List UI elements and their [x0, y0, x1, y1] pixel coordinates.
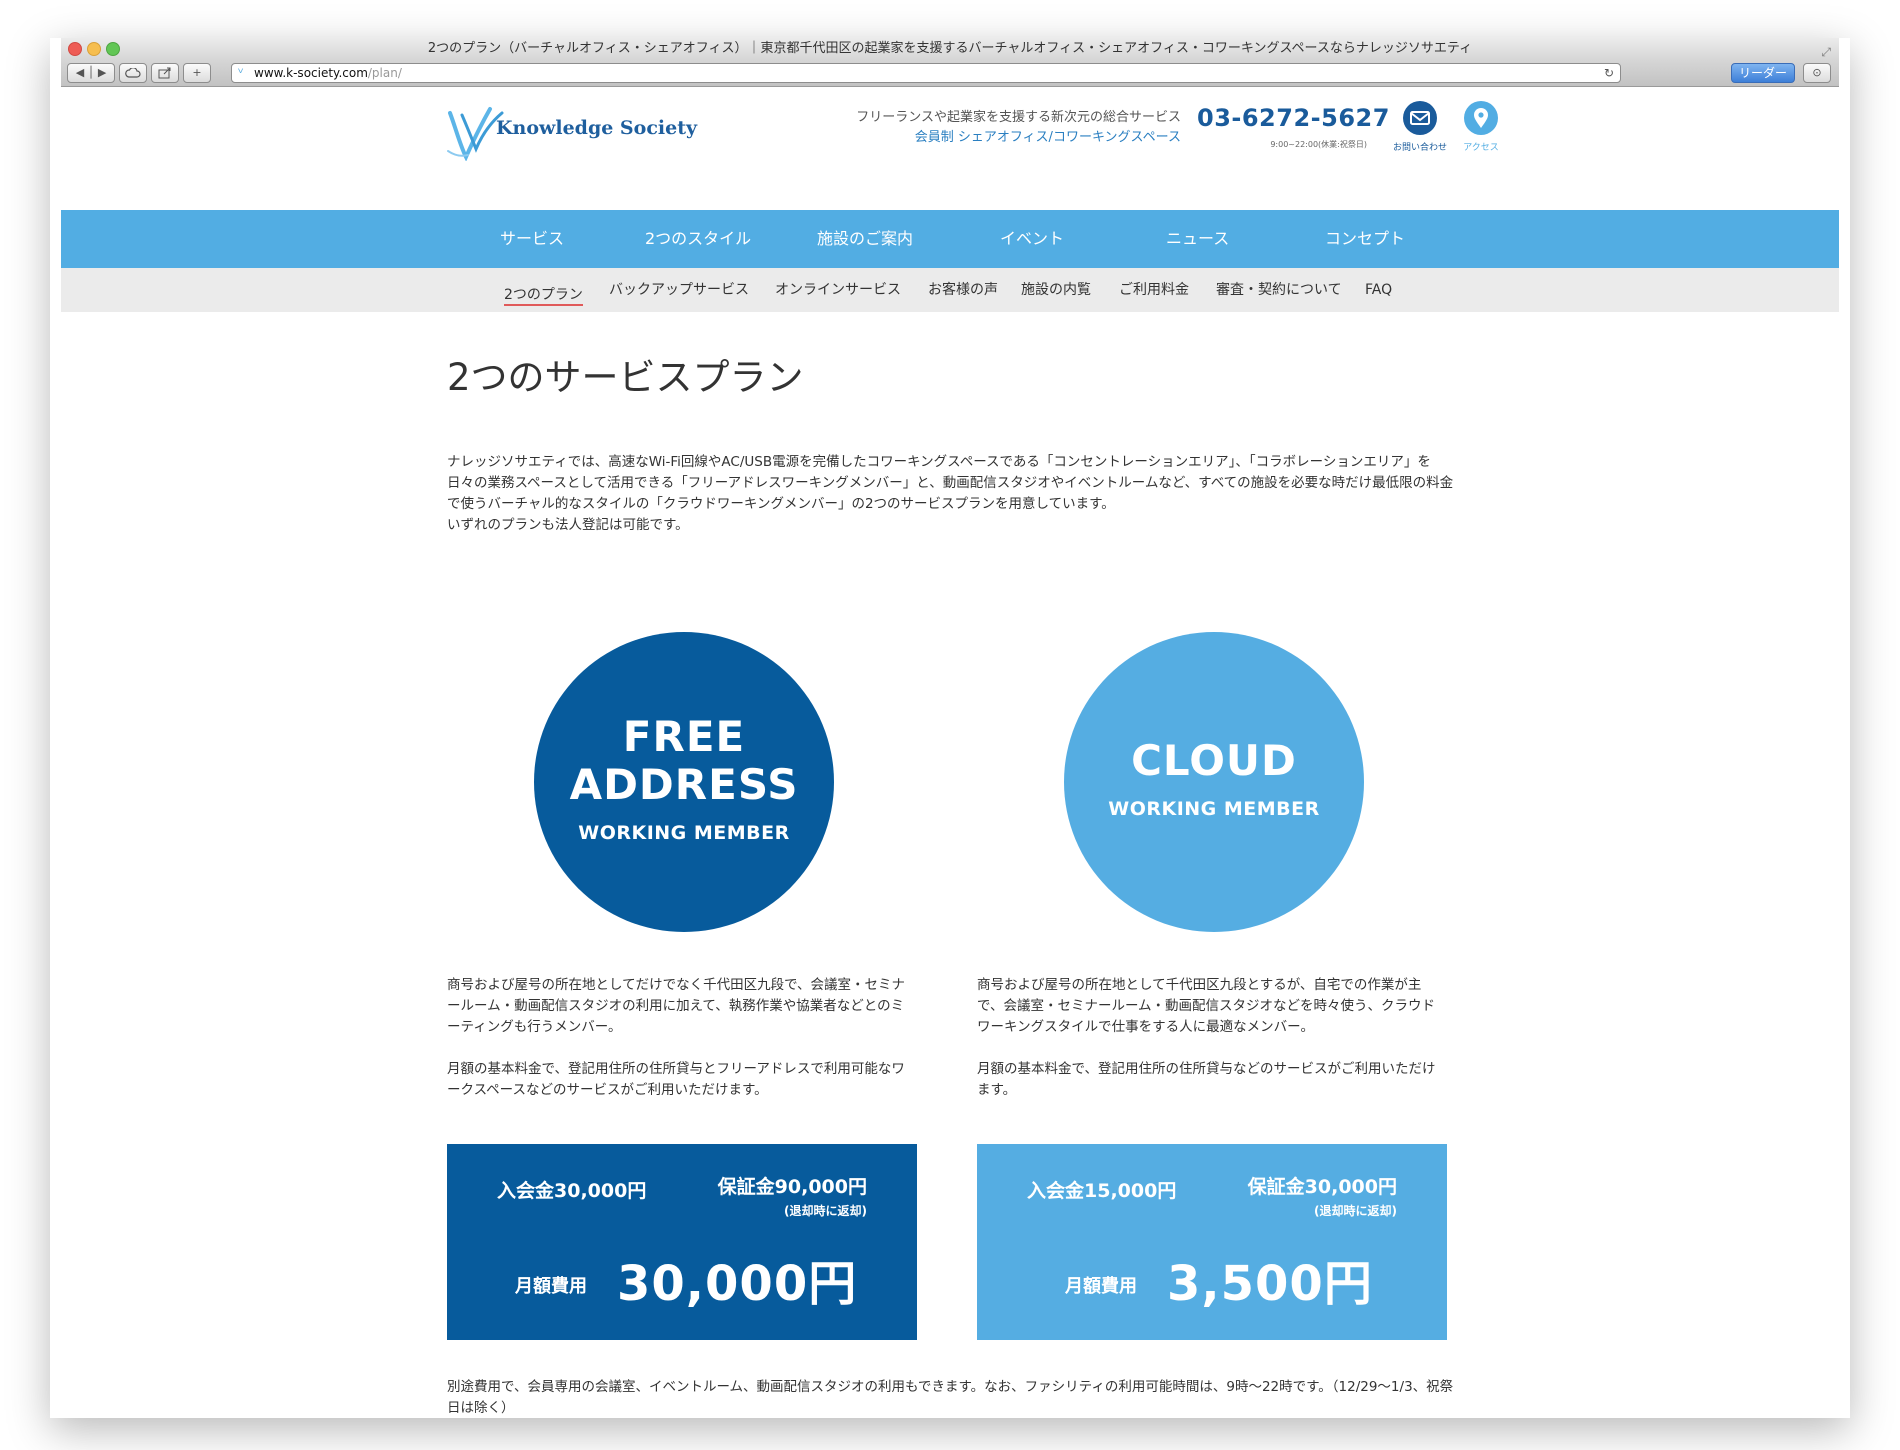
nav-item-concept[interactable]: コンセプト — [1325, 210, 1405, 268]
free-address-price-box: 入会金30,000円 保証金90,000円 (退却時に返却) 月額費用 30,0… — [447, 1144, 917, 1340]
minimize-window-button[interactable] — [87, 42, 101, 56]
intro-paragraph: ナレッジソサエティでは、高速なWi-Fi回線やAC/USB電源を完備したコワーキ… — [447, 454, 1454, 512]
web-page: Knowledge Society フリーランスや起業家を支援する新次元の総合サ… — [61, 87, 1839, 1414]
download-icon: ⊙ — [1812, 66, 1822, 79]
site-favicon-icon: ⱽ — [238, 66, 244, 80]
monthly-fee-amount: 30,000円 — [617, 1256, 858, 1312]
cloud-price-box: 入会金15,000円 保証金30,000円 (退却時に返却) 月額費用 3,50… — [977, 1144, 1447, 1340]
url-path: /plan/ — [367, 66, 402, 80]
back-arrow-icon[interactable]: ◀ — [76, 66, 84, 79]
deposit-note: (退却時に返却) — [1314, 1204, 1397, 1218]
url-host: www.k-society.com — [254, 66, 368, 80]
main-nav: サービス 2つのスタイル 施設のご案内 イベント ニュース コンセプト — [61, 210, 1839, 268]
window-title: 2つのプラン（バーチャルオフィス・シェアオフィス）｜東京都千代田区の起業家を支援… — [427, 41, 1473, 56]
page-title: 2つのサービスプラン — [447, 356, 804, 399]
new-tab-button[interactable]: + — [183, 63, 211, 83]
free-address-plan-circle: FREE ADDRESS WORKING MEMBER — [534, 632, 834, 932]
subnav-item-customer-voice[interactable]: お客様の声 — [928, 268, 998, 312]
share-button[interactable] — [151, 63, 179, 83]
reload-icon[interactable]: ↻ — [1604, 64, 1614, 82]
deposit: 保証金90,000円 — [717, 1176, 867, 1198]
access-label[interactable]: アクセス — [1446, 140, 1516, 153]
close-window-button[interactable] — [68, 42, 82, 56]
subnav-item-online-service[interactable]: オンラインサービス — [775, 268, 901, 312]
tagline-line2: 会員制 シェアオフィス/コワーキングスペース — [914, 130, 1181, 145]
map-pin-icon — [1474, 108, 1488, 128]
circle-subtitle: WORKING MEMBER — [578, 822, 790, 844]
intro-corporate-note: いずれのプランも法人登記は可能です。 — [447, 517, 689, 533]
back-forward-buttons[interactable]: ◀ │ ▶ — [67, 63, 115, 83]
nav-item-two-styles[interactable]: 2つのスタイル — [645, 210, 751, 268]
browser-toolbar: ◀ │ ▶ + ⱽ www.k-society.com/plan/ ↻ リーダー… — [61, 60, 1839, 87]
icloud-tabs-button[interactable] — [119, 63, 147, 83]
subnav-item-screening-contract[interactable]: 審査・契約について — [1216, 268, 1342, 312]
address-bar[interactable]: ⱽ www.k-society.com/plan/ ↻ — [231, 63, 1621, 83]
intro-text: ナレッジソサエティでは、高速なWi-Fi回線やAC/USB電源を完備したコワーキ… — [447, 452, 1457, 536]
downloads-button[interactable]: ⊙ — [1803, 63, 1831, 83]
sub-nav: 2つのプラン バックアップサービス オンラインサービス お客様の声 施設の内覧 … — [61, 268, 1839, 312]
plan-description-text: 商号および屋号の所在地として千代田区九段とするが、自宅での作業が主で、会議室・セ… — [977, 977, 1436, 1035]
phone-number[interactable]: 03-6272-5627 — [1197, 104, 1390, 132]
subnav-item-pricing[interactable]: ご利用料金 — [1119, 268, 1189, 312]
plan-description-text: 商号および屋号の所在地としてだけでなく千代田区九段で、会議室・セミナールーム・動… — [447, 977, 906, 1035]
entry-fee: 入会金15,000円 — [1027, 1180, 1177, 1202]
entry-fee: 入会金30,000円 — [497, 1180, 647, 1202]
monthly-fee-label: 月額費用 — [515, 1276, 587, 1297]
access-button[interactable] — [1464, 101, 1498, 135]
cloud-icon — [125, 67, 141, 78]
deposit-note: (退却時に返却) — [784, 1204, 867, 1218]
subnav-item-facility-tour[interactable]: 施設の内覧 — [1021, 268, 1091, 312]
browser-window: 2つのプラン（バーチャルオフィス・シェアオフィス）｜東京都千代田区の起業家を支援… — [61, 38, 1839, 1414]
deposit: 保証金30,000円 — [1247, 1176, 1397, 1198]
title-bar: 2つのプラン（バーチャルオフィス・シェアオフィス）｜東京都千代田区の起業家を支援… — [61, 38, 1839, 60]
subnav-item-faq[interactable]: FAQ — [1365, 268, 1392, 312]
facility-footnote: 別途費用で、会員専用の会議室、イベントルーム、動画配信スタジオの利用もできます。… — [447, 1379, 1454, 1414]
circle-title-line2: ADDRESS — [569, 760, 799, 809]
circle-title-line1: FREE — [622, 712, 746, 761]
tagline-line1: フリーランスや起業家を支援する新次元の総合サービス — [856, 110, 1181, 125]
nav-item-service[interactable]: サービス — [500, 210, 564, 268]
share-icon — [158, 67, 171, 79]
logo-text[interactable]: Knowledge Society — [496, 117, 697, 139]
cloud-plan-description: 商号および屋号の所在地として千代田区九段とするが、自宅での作業が主で、会議室・セ… — [977, 975, 1447, 1101]
envelope-icon — [1410, 111, 1430, 125]
plan-service-text: 月額の基本料金で、登記用住所の住所貸与などのサービスがご利用いただけます。 — [977, 1061, 1436, 1098]
nav-item-facilities[interactable]: 施設のご案内 — [817, 210, 913, 268]
zoom-window-button[interactable] — [106, 42, 120, 56]
subnav-item-backup-service[interactable]: バックアップサービス — [609, 268, 749, 312]
circle-title-line1: CLOUD — [1131, 736, 1297, 785]
plan-service-text: 月額の基本料金で、登記用住所の住所貸与とフリーアドレスで利用可能なワークスペース… — [447, 1061, 905, 1098]
plus-icon: + — [192, 66, 202, 79]
nav-item-events[interactable]: イベント — [1000, 210, 1064, 268]
business-hours: 9:00~22:00(休業:祝祭日) — [1270, 140, 1367, 149]
subnav-item-two-plans[interactable]: 2つのプラン — [504, 274, 583, 306]
contact-button[interactable] — [1403, 101, 1437, 135]
header-tagline: フリーランスや起業家を支援する新次元の総合サービス 会員制 シェアオフィス/コワ… — [761, 108, 1181, 148]
free-address-plan-description: 商号および屋号の所在地としてだけでなく千代田区九段で、会議室・セミナールーム・動… — [447, 975, 917, 1101]
cloud-plan-circle: CLOUD WORKING MEMBER — [1064, 632, 1364, 932]
contact-label[interactable]: お問い合わせ — [1385, 140, 1455, 153]
forward-arrow-icon[interactable]: ▶ — [98, 66, 106, 79]
nav-item-news[interactable]: ニュース — [1166, 210, 1229, 268]
monthly-fee-label: 月額費用 — [1065, 1276, 1137, 1297]
reader-button[interactable]: リーダー — [1731, 63, 1795, 83]
monthly-fee-amount: 3,500円 — [1167, 1256, 1373, 1312]
circle-subtitle: WORKING MEMBER — [1108, 798, 1320, 820]
